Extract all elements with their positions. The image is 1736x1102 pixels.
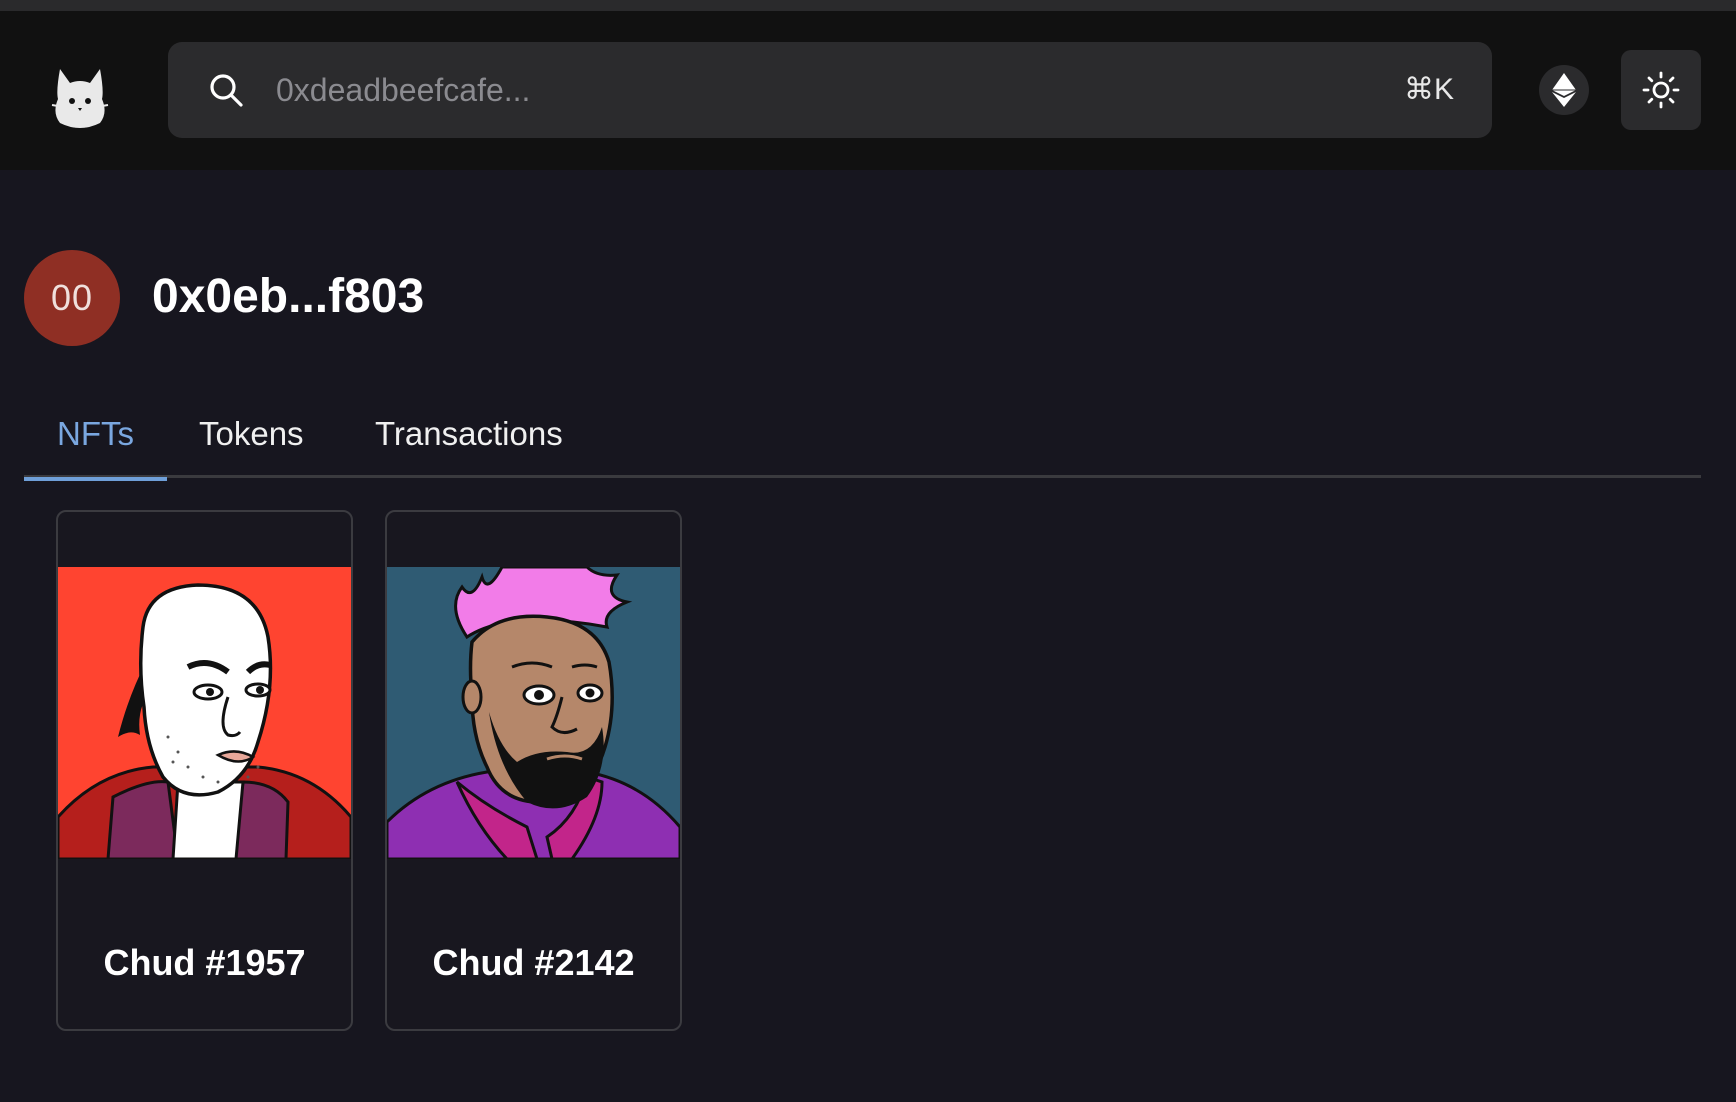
cat-logo-icon[interactable]	[50, 61, 110, 131]
search-bar[interactable]: ⌘K	[168, 42, 1492, 138]
active-tab-indicator	[24, 477, 167, 481]
ethereum-icon	[1552, 73, 1576, 107]
window-top-strip	[0, 0, 1736, 11]
search-icon	[210, 74, 243, 107]
tab-nfts-label: NFTs	[57, 415, 134, 452]
nft-card[interactable]: Chud #2142	[385, 510, 682, 1031]
search-input[interactable]	[276, 42, 1276, 138]
app-header: ⌘K	[0, 11, 1736, 170]
account-address: 0x0eb...f803	[152, 270, 425, 323]
search-shortcut-hint: ⌘K	[1403, 73, 1454, 106]
tab-nfts[interactable]: NFTs	[24, 398, 167, 481]
nft-image	[58, 567, 351, 859]
sun-icon	[1642, 71, 1680, 109]
nft-name: Chud #2142	[432, 942, 635, 983]
nft-card[interactable]: Chud #1957	[56, 510, 353, 1031]
account-tabs: NFTs Tokens Transactions	[24, 398, 1701, 481]
account-avatar: 00	[24, 250, 120, 346]
tab-tokens[interactable]: Tokens	[199, 398, 304, 478]
tab-transactions[interactable]: Transactions	[375, 398, 563, 478]
nft-name: Chud #1957	[103, 942, 306, 983]
network-button[interactable]	[1539, 65, 1589, 115]
nft-image	[387, 567, 680, 859]
theme-toggle-button[interactable]	[1621, 50, 1701, 130]
